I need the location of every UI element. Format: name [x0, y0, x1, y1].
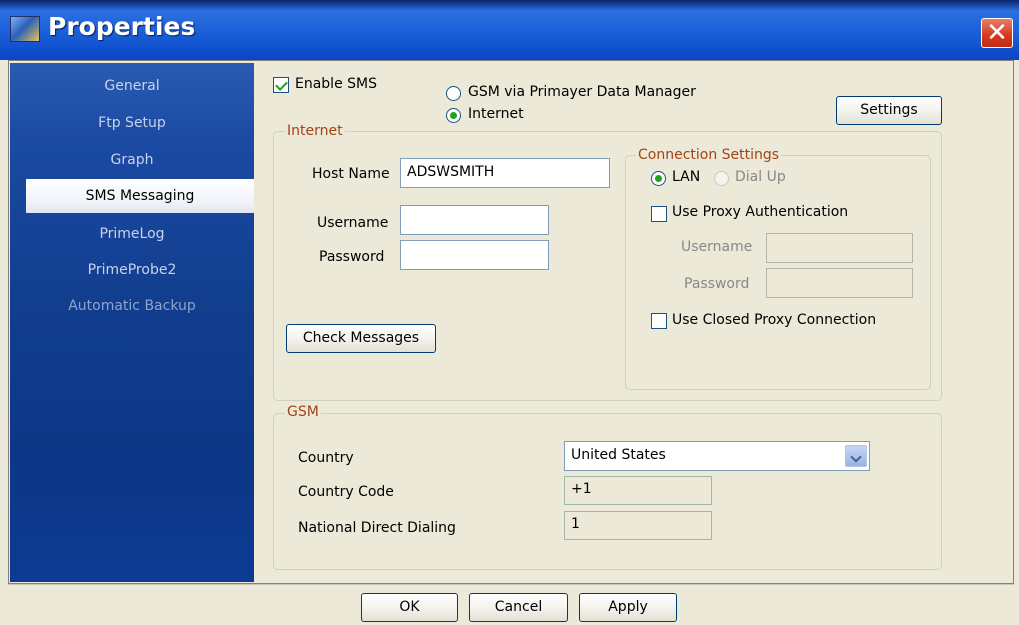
properties-window: Properties ✕ General Ftp Setup Graph SMS… [0, 0, 1019, 625]
sidebar-item-graph[interactable]: Graph [10, 143, 254, 177]
close-icon: ✕ [986, 18, 1008, 48]
use-proxy-authentication-checkbox[interactable] [651, 206, 667, 222]
country-label: Country [298, 450, 354, 466]
sidebar-item-sms-messaging[interactable]: SMS Messaging [26, 179, 254, 213]
country-select-value: United States [571, 447, 666, 463]
sidebar-item-primelog[interactable]: PrimeLog [10, 217, 254, 251]
gsm-radio-label[interactable]: GSM via Primayer Data Manager [468, 84, 696, 100]
ok-button[interactable]: OK [361, 593, 458, 622]
password-input[interactable] [400, 240, 549, 270]
sidebar-item-general[interactable]: General [10, 69, 254, 103]
enable-sms-checkbox[interactable] [273, 77, 289, 93]
settings-button[interactable]: Settings [836, 96, 942, 125]
dial-up-radio-label[interactable]: Dial Up [735, 169, 786, 185]
gsm-radio[interactable] [446, 86, 461, 101]
sidebar-item-automatic-backup[interactable]: Automatic Backup [10, 289, 254, 323]
password-label: Password [319, 249, 385, 265]
close-button[interactable]: ✕ [981, 18, 1013, 48]
proxy-username-input[interactable] [766, 233, 913, 263]
proxy-username-label: Username [681, 239, 753, 255]
country-code-label: Country Code [298, 484, 394, 500]
sms-messaging-panel: Enable SMS GSM via Primayer Data Manager… [258, 63, 1012, 580]
internet-radio-label[interactable]: Internet [468, 106, 524, 122]
window-title: Properties [48, 12, 196, 41]
internet-radio[interactable] [446, 108, 461, 123]
app-icon [10, 16, 40, 42]
dial-up-radio[interactable] [714, 171, 729, 186]
username-label: Username [317, 215, 389, 231]
footer-divider [8, 584, 1014, 585]
sidebar: General Ftp Setup Graph SMS Messaging Pr… [10, 63, 254, 582]
use-closed-proxy-connection-label[interactable]: Use Closed Proxy Connection [672, 312, 876, 328]
gsm-legend: GSM [285, 404, 321, 420]
use-closed-proxy-connection-checkbox[interactable] [651, 313, 667, 329]
host-name-label: Host Name [312, 166, 390, 182]
country-code-field: +1 [564, 476, 712, 505]
proxy-password-input[interactable] [766, 268, 913, 298]
sidebar-item-ftp-setup[interactable]: Ftp Setup [10, 106, 254, 140]
title-bar[interactable]: Properties ✕ [0, 0, 1019, 60]
internet-legend: Internet [285, 123, 345, 139]
proxy-password-label: Password [684, 276, 750, 292]
lan-radio[interactable] [651, 171, 666, 186]
national-direct-dialing-label: National Direct Dialing [298, 520, 456, 536]
chevron-down-icon[interactable] [845, 445, 867, 467]
apply-button[interactable]: Apply [579, 593, 677, 622]
username-input[interactable] [400, 205, 549, 235]
host-name-input[interactable]: ADSWSMITH [400, 158, 610, 188]
lan-radio-label[interactable]: LAN [672, 169, 700, 185]
enable-sms-label[interactable]: Enable SMS [295, 76, 377, 92]
sidebar-item-primeprobe2[interactable]: PrimeProbe2 [10, 253, 254, 287]
use-proxy-authentication-label[interactable]: Use Proxy Authentication [672, 204, 848, 220]
connection-settings-legend: Connection Settings [636, 147, 782, 163]
country-select[interactable]: United States [564, 441, 870, 471]
cancel-button[interactable]: Cancel [469, 593, 568, 622]
national-direct-dialing-field: 1 [564, 511, 712, 540]
check-messages-button[interactable]: Check Messages [286, 324, 436, 353]
